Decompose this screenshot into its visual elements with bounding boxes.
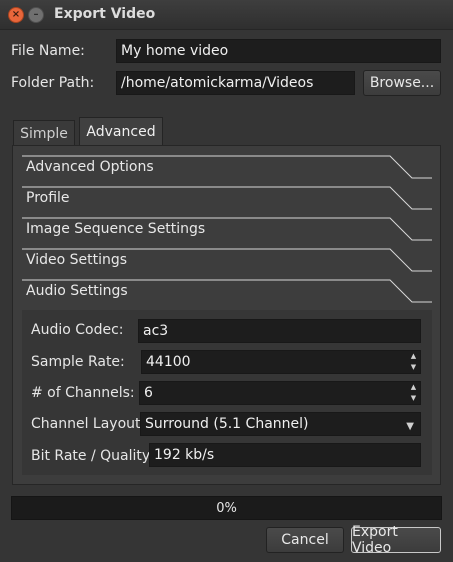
- section-image-sequence-settings[interactable]: Image Sequence Settings: [22, 217, 432, 248]
- spin-down-icon[interactable]: ▼: [411, 394, 416, 403]
- sample-rate-value: 44100: [146, 354, 191, 370]
- minimize-window-icon[interactable]: –: [28, 7, 44, 23]
- section-label: Advanced Options: [26, 159, 154, 175]
- section-header-line: [22, 186, 432, 210]
- channel-layout-select[interactable]: Surround (5.1 Channel) ▼: [140, 412, 421, 436]
- export-progress-bar: 0%: [11, 496, 442, 520]
- window-title: Export Video: [54, 6, 156, 22]
- bit-rate-label: Bit Rate / Quality:: [31, 448, 154, 464]
- tab-advanced[interactable]: Advanced: [79, 117, 163, 146]
- sample-rate-spinbox[interactable]: 44100 ▲ ▼: [141, 350, 421, 374]
- section-label: Image Sequence Settings: [26, 221, 206, 237]
- browse-button[interactable]: Browse...: [363, 70, 441, 96]
- audio-codec-label: Audio Codec:: [31, 322, 124, 338]
- folder-path-input[interactable]: [116, 71, 355, 95]
- channels-value: 6: [144, 385, 153, 401]
- spin-down-icon[interactable]: ▼: [411, 363, 416, 372]
- section-label: Audio Settings: [26, 283, 128, 299]
- channel-layout-label: Channel Layout:: [31, 416, 146, 432]
- folder-path-label: Folder Path:: [11, 75, 95, 91]
- progress-text: 0%: [216, 500, 237, 516]
- section-audio-settings[interactable]: Audio Settings: [22, 279, 432, 310]
- bit-rate-input[interactable]: [149, 443, 421, 467]
- channel-layout-value: Surround (5.1 Channel): [145, 416, 309, 432]
- cancel-button[interactable]: Cancel: [266, 527, 344, 553]
- spin-arrows[interactable]: ▲ ▼: [408, 383, 419, 403]
- spin-up-icon[interactable]: ▲: [411, 383, 416, 392]
- file-name-label: File Name:: [11, 43, 85, 59]
- export-video-button[interactable]: Export Video: [351, 524, 441, 556]
- audio-codec-input[interactable]: [138, 319, 421, 343]
- channels-label: # of Channels:: [31, 385, 135, 401]
- sample-rate-label: Sample Rate:: [31, 354, 125, 370]
- section-advanced-options[interactable]: Advanced Options: [22, 155, 432, 186]
- file-name-input[interactable]: [116, 39, 441, 63]
- section-label: Video Settings: [26, 252, 128, 268]
- channels-spinbox[interactable]: 6 ▲ ▼: [139, 381, 421, 405]
- chevron-down-icon[interactable]: ▼: [406, 416, 414, 438]
- title-bar: × – Export Video: [0, 0, 453, 30]
- section-profile[interactable]: Profile: [22, 186, 432, 217]
- spin-up-icon[interactable]: ▲: [411, 352, 416, 361]
- spin-arrows[interactable]: ▲ ▼: [408, 352, 419, 372]
- tab-simple[interactable]: Simple: [13, 120, 75, 146]
- section-label: Profile: [26, 190, 70, 206]
- close-window-icon[interactable]: ×: [8, 7, 24, 23]
- section-video-settings[interactable]: Video Settings: [22, 248, 432, 279]
